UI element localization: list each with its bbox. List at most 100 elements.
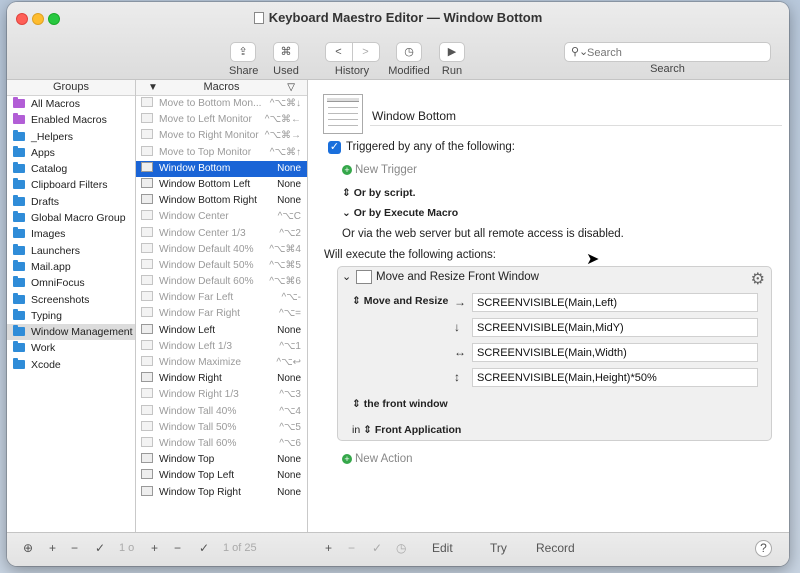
- macro-item[interactable]: Window Default 60% ^⌥⌘6: [136, 274, 307, 290]
- share-button[interactable]: ⇪ Share: [229, 42, 258, 77]
- edit-button[interactable]: Edit: [432, 541, 453, 555]
- macro-window-icon: [141, 469, 153, 480]
- group-item[interactable]: Typing: [7, 308, 135, 324]
- macro-item[interactable]: Window Tall 50% ^⌥5: [136, 420, 307, 436]
- macro-item[interactable]: Window Far Left ^⌥-: [136, 290, 307, 306]
- back-icon[interactable]: <: [324, 42, 353, 62]
- group-item[interactable]: Launchers: [7, 243, 135, 259]
- new-action-button[interactable]: + New Action: [342, 453, 413, 465]
- remove-macro-button[interactable]: −: [174, 541, 181, 555]
- macro-hotkey: ^⌥⌘→: [264, 130, 301, 142]
- macro-hotkey: ^⌥⌘5: [269, 259, 301, 271]
- macro-item[interactable]: Move to Left Monitor ^⌥⌘←: [136, 112, 307, 128]
- group-label: Drafts: [31, 195, 60, 208]
- width-field[interactable]: SCREENVISIBLE(Main,Width): [472, 343, 758, 362]
- chevron-down-icon[interactable]: ⌄: [342, 270, 351, 283]
- macro-label: Window Center: [159, 211, 229, 223]
- macro-item[interactable]: Move to Right Monitor ^⌥⌘→: [136, 128, 307, 144]
- macro-name-field[interactable]: Window Bottom: [370, 106, 782, 126]
- group-item[interactable]: Screenshots: [7, 292, 135, 308]
- macro-item[interactable]: Window Top Right None: [136, 485, 307, 501]
- macro-item[interactable]: Window Right None: [136, 371, 307, 387]
- triggers-enabled-checkbox[interactable]: ✓: [328, 141, 341, 154]
- macro-item[interactable]: Move to Bottom Mon... ^⌥⌘↓: [136, 96, 307, 112]
- remove-action-button[interactable]: −: [348, 541, 355, 555]
- macro-item[interactable]: Window Default 40% ^⌥⌘4: [136, 242, 307, 258]
- macro-item[interactable]: Window Bottom None: [136, 160, 307, 177]
- group-item[interactable]: Xcode: [7, 357, 135, 373]
- groups-count: 1 o: [119, 542, 135, 554]
- search-field[interactable]: ⚲⌄: [564, 42, 771, 62]
- macro-item[interactable]: Window Tall 60% ^⌥6: [136, 436, 307, 452]
- macro-item[interactable]: Window Default 50% ^⌥⌘5: [136, 258, 307, 274]
- group-label: Work: [31, 342, 56, 355]
- remove-group-button[interactable]: −: [71, 541, 78, 555]
- macro-label: Window Bottom: [159, 162, 231, 174]
- add-macro-button[interactable]: +: [151, 541, 158, 555]
- macro-item[interactable]: Window Left 1/3 ^⌥1: [136, 339, 307, 355]
- top-field[interactable]: SCREENVISIBLE(Main,MidY): [472, 318, 758, 337]
- search-input[interactable]: [587, 45, 767, 60]
- macro-label: Window Center 1/3: [159, 227, 246, 239]
- macro-item[interactable]: Window Center 1/3 ^⌥2: [136, 226, 307, 242]
- group-item[interactable]: Drafts: [7, 194, 135, 210]
- record-button[interactable]: Record: [536, 541, 575, 555]
- macro-icon[interactable]: [323, 94, 363, 134]
- sort-triangle-icon[interactable]: ▼: [148, 80, 158, 95]
- group-item[interactable]: _Helpers: [7, 129, 135, 145]
- height-field[interactable]: SCREENVISIBLE(Main,Height)*50%: [472, 368, 758, 387]
- group-item[interactable]: Enabled Macros: [7, 112, 135, 128]
- macro-item[interactable]: Window Tall 40% ^⌥4: [136, 404, 307, 420]
- macro-item[interactable]: Window Top None: [136, 452, 307, 468]
- add-icon: +: [342, 165, 352, 175]
- gear-icon[interactable]: ⚙: [751, 269, 765, 289]
- help-button[interactable]: ?: [755, 540, 772, 557]
- share-icon: ⇪: [230, 42, 256, 62]
- groups-header: Groups: [7, 80, 135, 96]
- crosshair-icon[interactable]: ⊕: [23, 541, 33, 555]
- group-item[interactable]: All Macros: [7, 96, 135, 112]
- macro-item[interactable]: Window Bottom Left None: [136, 177, 307, 193]
- macro-item[interactable]: Window Far Right ^⌥=: [136, 306, 307, 322]
- new-trigger-button[interactable]: + New Trigger: [342, 164, 417, 176]
- front-window-popup[interactable]: ⇕ the front window: [352, 398, 448, 410]
- macro-item[interactable]: Window Bottom Right None: [136, 193, 307, 209]
- group-item[interactable]: Window Management: [7, 324, 135, 341]
- forward-icon[interactable]: >: [351, 42, 380, 62]
- action-move-resize[interactable]: ⌄ Move and Resize Front Window ⚙ ⇕ Move …: [337, 266, 772, 441]
- group-item[interactable]: Work: [7, 340, 135, 356]
- try-button[interactable]: Try: [490, 541, 507, 555]
- left-field[interactable]: SCREENVISIBLE(Main,Left): [472, 293, 758, 312]
- folder-icon: [13, 129, 25, 141]
- macro-editor: Window Bottom ✓ Triggered by any of the …: [308, 80, 789, 532]
- group-item[interactable]: Catalog: [7, 161, 135, 177]
- script-trigger-popup[interactable]: ⇕ Or by script.: [342, 187, 416, 199]
- macro-hotkey: None: [277, 178, 301, 190]
- move-resize-popup[interactable]: ⇕ Move and Resize: [352, 295, 448, 307]
- group-item[interactable]: Apps: [7, 145, 135, 161]
- macro-item[interactable]: Window Center ^⌥C: [136, 209, 307, 225]
- modified-button[interactable]: ◷ Modified: [388, 42, 430, 77]
- enable-macro-button[interactable]: ✓: [199, 541, 209, 555]
- group-item[interactable]: Images: [7, 226, 135, 242]
- run-button[interactable]: ▶ Run: [438, 42, 466, 77]
- group-item[interactable]: Clipboard Filters: [7, 177, 135, 193]
- clock-icon[interactable]: ◷: [396, 541, 406, 555]
- group-item[interactable]: Mail.app: [7, 259, 135, 275]
- application-popup[interactable]: in ⇕ Front Application: [352, 424, 461, 436]
- macro-item[interactable]: Window Top Left None: [136, 468, 307, 484]
- group-item[interactable]: Global Macro Group: [7, 210, 135, 226]
- enable-action-button[interactable]: ✓: [372, 541, 382, 555]
- group-item[interactable]: OmniFocus: [7, 275, 135, 291]
- execute-macro-disclosure[interactable]: ⌄ Or by Execute Macro: [342, 207, 458, 219]
- macro-item[interactable]: Window Left None: [136, 323, 307, 339]
- enable-group-button[interactable]: ✓: [95, 541, 105, 555]
- add-action-button[interactable]: +: [325, 541, 332, 555]
- filter-icon[interactable]: ▽: [287, 80, 295, 95]
- macro-item[interactable]: Window Maximize ^⌥↩: [136, 355, 307, 371]
- macro-item[interactable]: Window Right 1/3 ^⌥3: [136, 387, 307, 403]
- add-group-button[interactable]: +: [49, 541, 56, 555]
- used-button[interactable]: ⌘ Used: [272, 42, 300, 77]
- macro-label: Window Tall 50%: [159, 421, 237, 433]
- macro-item[interactable]: Move to Top Monitor ^⌥⌘↑: [136, 145, 307, 161]
